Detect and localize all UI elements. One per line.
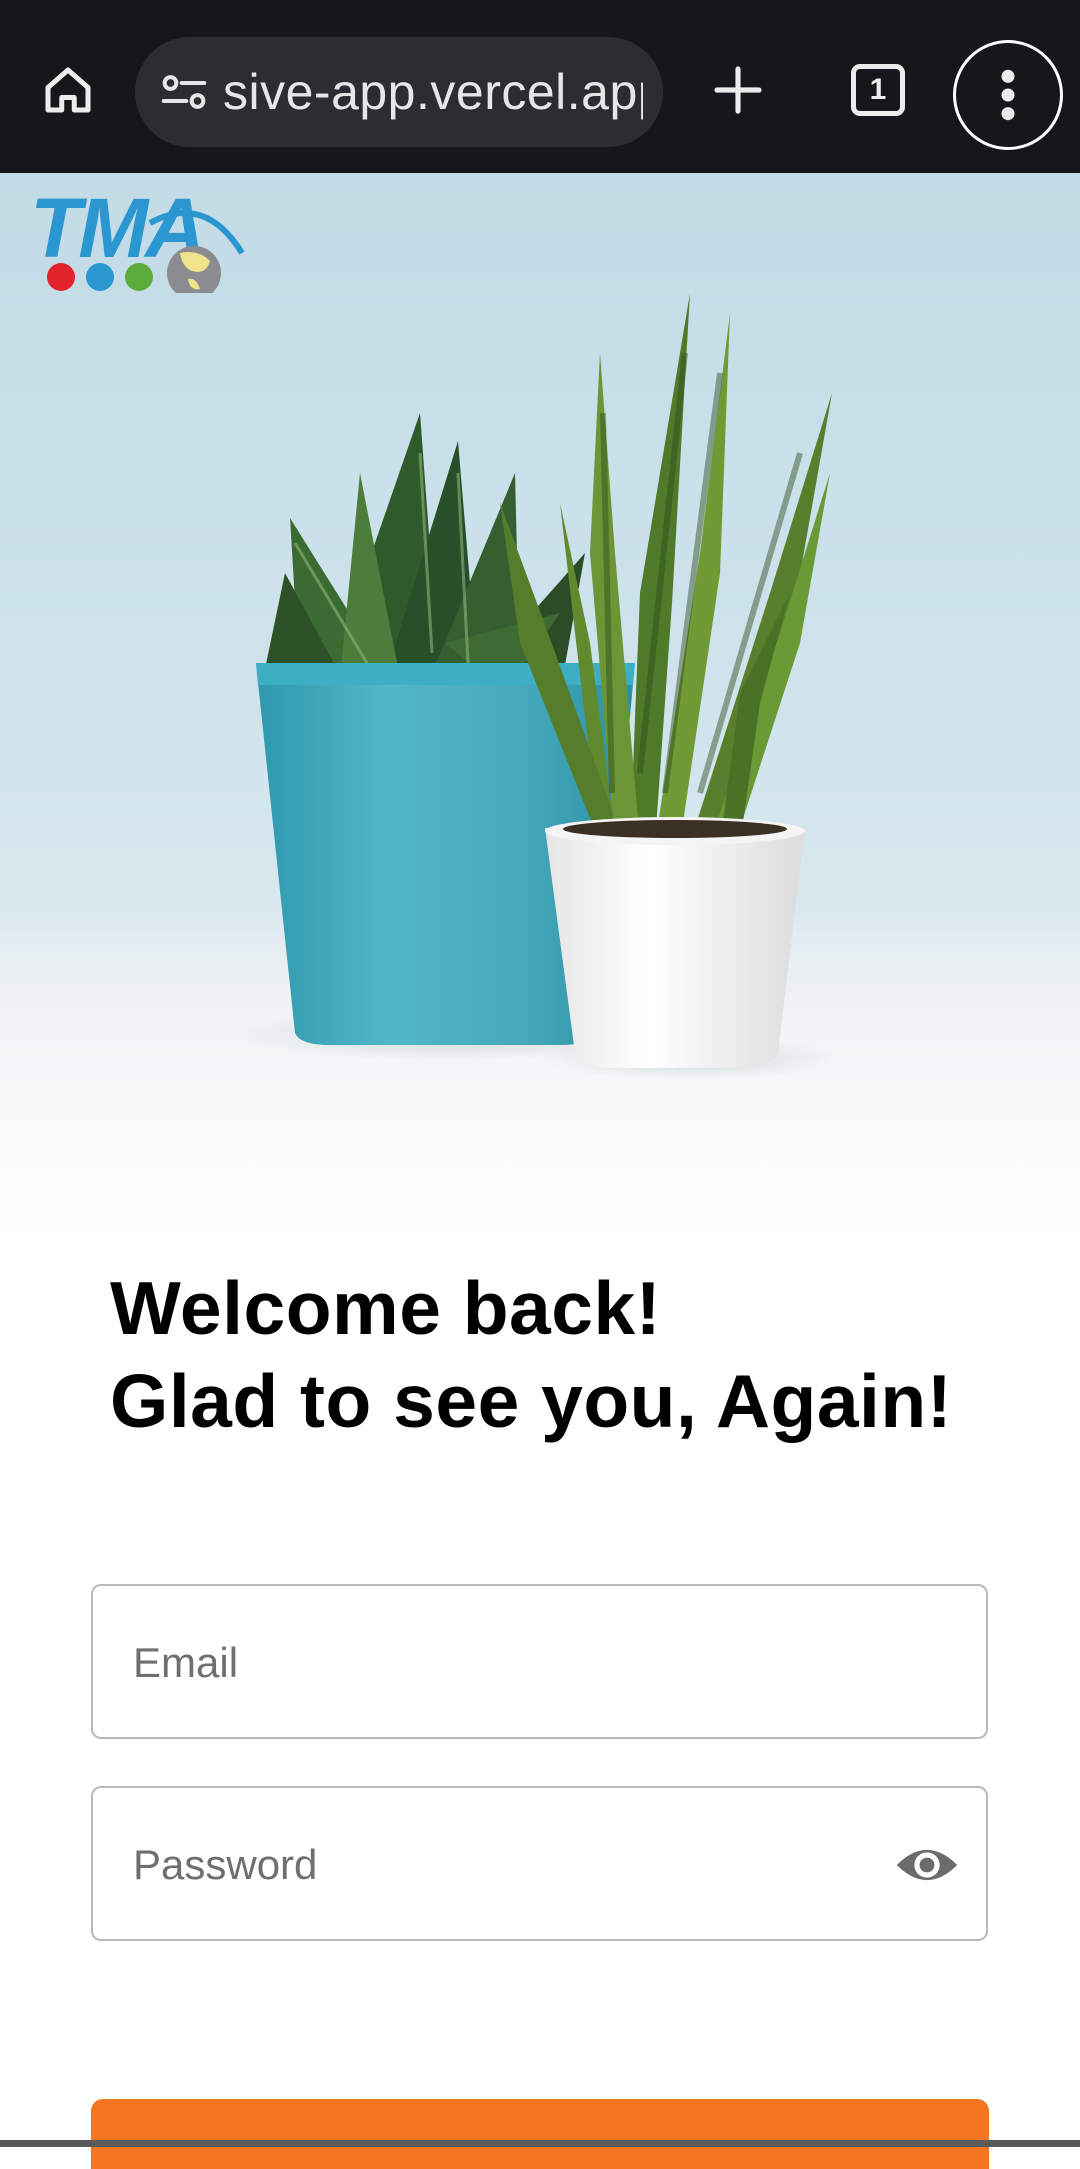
login-button[interactable] xyxy=(91,2099,989,2169)
browser-toolbar: sive-app.vercel.app 1 xyxy=(0,0,1080,173)
password-field-container xyxy=(91,1786,988,1941)
tab-count: 1 xyxy=(869,73,887,106)
tune-icon[interactable] xyxy=(157,65,211,119)
gesture-bar-edge xyxy=(0,2140,1080,2147)
hero-image: TMA xyxy=(0,173,1080,1280)
home-button[interactable] xyxy=(28,50,108,130)
tma-logo: TMA xyxy=(30,183,250,293)
home-icon xyxy=(45,67,91,113)
welcome-line-1: Welcome back! xyxy=(110,1266,662,1350)
welcome-heading: Welcome back! Glad to see you, Again! xyxy=(110,1262,1010,1448)
plant-pots-illustration xyxy=(230,293,840,1080)
logo-mark-icon xyxy=(47,210,245,293)
password-field[interactable] xyxy=(131,1788,895,1941)
tab-switcher-icon: 1 xyxy=(851,64,905,116)
url-text[interactable]: sive-app.vercel.app xyxy=(223,37,643,147)
welcome-line-2: Glad to see you, Again! xyxy=(110,1359,953,1443)
email-field[interactable] xyxy=(131,1586,895,1739)
eye-icon[interactable] xyxy=(894,1832,960,1898)
tab-switcher-button[interactable]: 1 xyxy=(838,50,918,130)
email-field-container xyxy=(91,1584,988,1739)
address-bar[interactable]: sive-app.vercel.app xyxy=(135,37,663,147)
browser-menu-button[interactable] xyxy=(953,40,1063,150)
plus-icon xyxy=(714,66,762,114)
new-tab-button[interactable] xyxy=(698,50,778,130)
more-vert-icon xyxy=(1001,69,1015,121)
